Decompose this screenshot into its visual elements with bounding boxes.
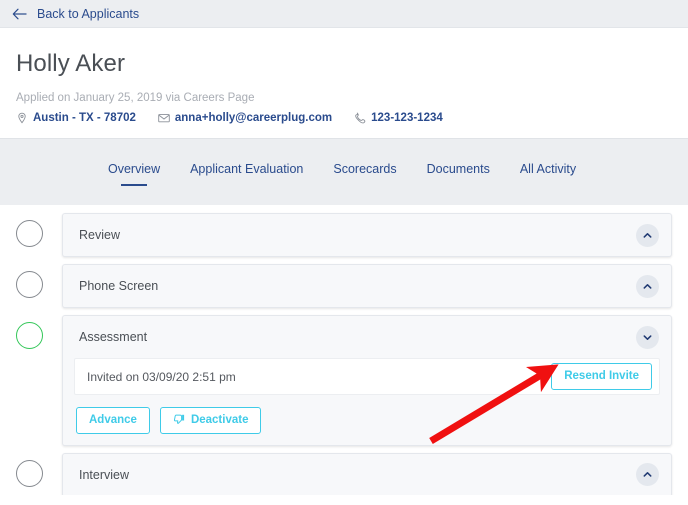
phone-icon <box>354 112 366 124</box>
stage-card-assessment: Assessment Invited on 03/09/20 2:51 pm R… <box>62 315 672 446</box>
stage-row: Phone Screen <box>16 264 672 308</box>
stage-card-interview: Interview <box>62 453 672 495</box>
invite-status-row: Invited on 03/09/20 2:51 pm Resend Invit… <box>74 358 660 395</box>
contact-list: Austin - TX - 78702 anna+holly@careerplu… <box>16 112 672 124</box>
contact-phone-label: 123-123-1234 <box>371 112 443 124</box>
stage-row: Assessment Invited on 03/09/20 2:51 pm R… <box>16 315 672 446</box>
tab-documents[interactable]: Documents <box>427 162 490 186</box>
thumbs-down-icon <box>173 414 185 426</box>
deactivate-button[interactable]: Deactivate <box>160 407 262 434</box>
stage-header-review[interactable]: Review <box>63 214 671 256</box>
chevron-up-icon[interactable] <box>636 224 659 247</box>
stage-title-assessment: Assessment <box>79 330 636 344</box>
contact-email-label: anna+holly@careerplug.com <box>175 112 332 124</box>
stage-title-phone-screen: Phone Screen <box>79 279 636 293</box>
stage-header-interview[interactable]: Interview <box>63 454 671 495</box>
chevron-up-icon[interactable] <box>636 275 659 298</box>
top-bar: Back to Applicants <box>0 0 688 28</box>
tab-applicant-evaluation-label: Applicant Evaluation <box>190 162 303 176</box>
resend-invite-button[interactable]: Resend Invite <box>551 363 652 390</box>
stage-action-buttons: Advance Deactivate <box>74 407 660 434</box>
deactivate-label: Deactivate <box>191 414 249 427</box>
chevron-up-icon[interactable] <box>636 463 659 486</box>
tab-overview-label: Overview <box>108 162 160 176</box>
chevron-down-icon[interactable] <box>636 326 659 349</box>
stage-card-phone-screen: Phone Screen <box>62 264 672 308</box>
map-pin-icon <box>16 112 28 124</box>
stage-header-assessment[interactable]: Assessment <box>63 316 671 358</box>
stage-header-phone-screen[interactable]: Phone Screen <box>63 265 671 307</box>
stage-list: Review Phone Screen <box>0 205 688 495</box>
stage-body-assessment: Invited on 03/09/20 2:51 pm Resend Invit… <box>63 358 671 445</box>
stage-status-circle-review[interactable] <box>16 220 43 247</box>
contact-location-label: Austin - TX - 78702 <box>33 112 136 124</box>
stage-status-circle-assessment[interactable] <box>16 322 43 349</box>
applied-meta: Applied on January 25, 2019 via Careers … <box>16 92 672 104</box>
arrow-left-icon <box>12 7 28 21</box>
tab-applicant-evaluation[interactable]: Applicant Evaluation <box>190 162 303 186</box>
back-to-applicants-link[interactable]: Back to Applicants <box>12 7 139 21</box>
tab-scorecards[interactable]: Scorecards <box>333 162 396 186</box>
stage-status-circle-phone-screen[interactable] <box>16 271 43 298</box>
tab-scorecards-label: Scorecards <box>333 162 396 176</box>
resend-invite-label: Resend Invite <box>564 370 639 383</box>
profile-header: Holly Aker Applied on January 25, 2019 v… <box>0 28 688 138</box>
envelope-icon <box>158 112 170 124</box>
contact-phone[interactable]: 123-123-1234 <box>354 112 443 124</box>
tab-overview[interactable]: Overview <box>108 162 160 186</box>
tab-documents-label: Documents <box>427 162 490 176</box>
stage-title-interview: Interview <box>79 468 636 482</box>
contact-email[interactable]: anna+holly@careerplug.com <box>158 112 332 124</box>
stage-card-review: Review <box>62 213 672 257</box>
stage-row: Review <box>16 213 672 257</box>
back-to-applicants-label: Back to Applicants <box>37 7 139 21</box>
invite-status-text: Invited on 03/09/20 2:51 pm <box>87 370 551 384</box>
contact-location[interactable]: Austin - TX - 78702 <box>16 112 136 124</box>
tab-all-activity[interactable]: All Activity <box>520 162 576 186</box>
advance-button[interactable]: Advance <box>76 407 150 434</box>
tab-all-activity-label: All Activity <box>520 162 576 176</box>
page-title: Holly Aker <box>16 50 672 78</box>
applicant-detail-page: Back to Applicants Holly Aker Applied on… <box>0 0 688 505</box>
stage-status-circle-interview[interactable] <box>16 460 43 487</box>
stage-title-review: Review <box>79 228 636 242</box>
stage-row: Interview <box>16 453 672 495</box>
tab-bar: Overview Applicant Evaluation Scorecards… <box>0 138 688 205</box>
advance-label: Advance <box>89 414 137 427</box>
